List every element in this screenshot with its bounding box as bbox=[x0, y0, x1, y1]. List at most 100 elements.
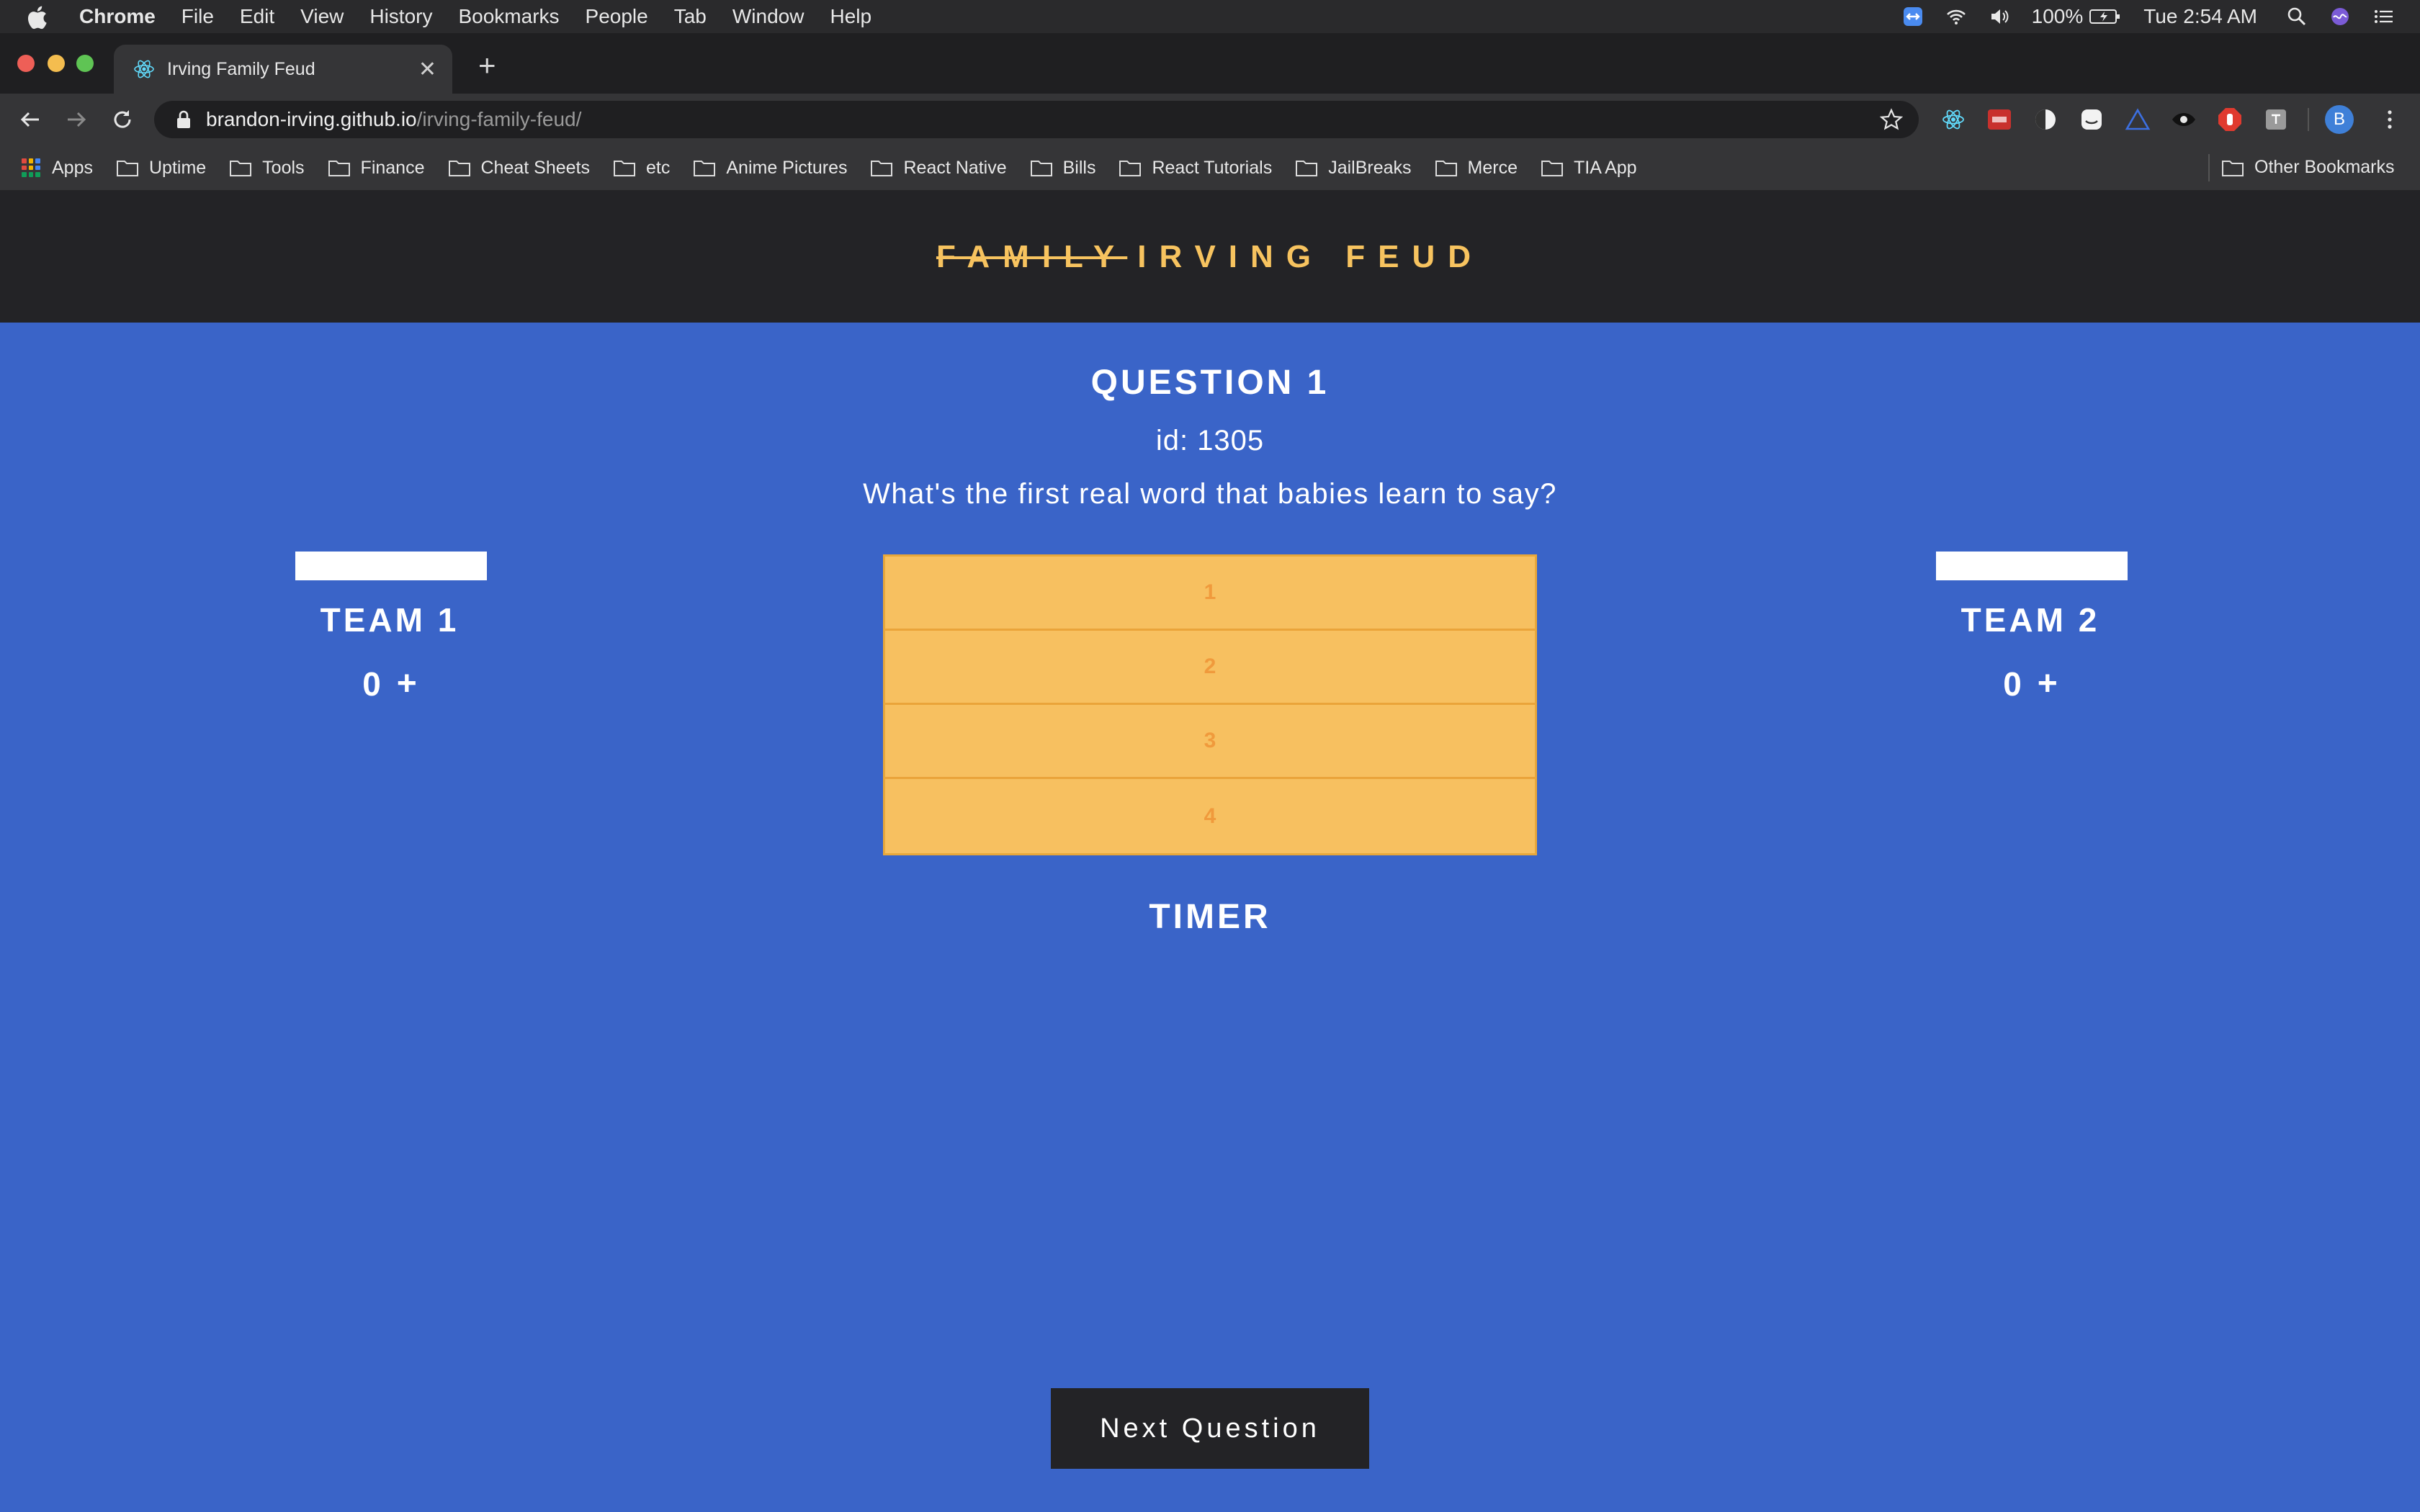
chrome-menu-icon[interactable] bbox=[2377, 107, 2403, 132]
menu-help[interactable]: Help bbox=[830, 5, 871, 28]
forward-arrow-icon[interactable] bbox=[63, 107, 89, 132]
bookmark-star-icon[interactable] bbox=[1880, 108, 1903, 131]
battery-percentage[interactable]: 100% bbox=[2032, 5, 2084, 28]
folder-icon bbox=[2222, 160, 2244, 176]
bookmark-folder-jailbreaks[interactable]: JailBreaks bbox=[1295, 157, 1412, 179]
bookmark-folder-tools[interactable]: Tools bbox=[229, 157, 305, 179]
cors-extension-icon[interactable] bbox=[1986, 107, 2012, 132]
tab-irving-family-feud[interactable]: Irving Family Feud ✕ bbox=[114, 45, 452, 94]
team-1-name: TEAM 1 bbox=[320, 601, 460, 639]
bookmark-folder-cheat-sheets[interactable]: Cheat Sheets bbox=[448, 157, 591, 179]
menu-window[interactable]: Window bbox=[732, 5, 805, 28]
folder-icon bbox=[614, 161, 635, 176]
folder-icon bbox=[871, 161, 893, 176]
team-1-panel: TEAM 1 0 + bbox=[295, 552, 487, 703]
bookmark-folder-other-bookmarks[interactable]: Other Bookmarks bbox=[2221, 157, 2395, 178]
menu-clock[interactable]: Tue 2:54 AM bbox=[2143, 5, 2257, 28]
close-tab-icon[interactable]: ✕ bbox=[418, 57, 436, 82]
bookmark-folder-react-native[interactable]: React Native bbox=[870, 158, 1007, 179]
answer-slot[interactable]: 3 bbox=[885, 705, 1535, 779]
dark-reader-extension-icon[interactable] bbox=[2033, 107, 2058, 132]
siri-icon[interactable] bbox=[2329, 6, 2351, 27]
bookmark-label: TIA App bbox=[1574, 157, 1637, 178]
toolbar-divider bbox=[2308, 108, 2309, 131]
menu-history[interactable]: History bbox=[369, 5, 432, 28]
volume-icon[interactable] bbox=[1989, 6, 2010, 27]
profile-avatar[interactable]: B bbox=[2325, 105, 2354, 134]
back-arrow-icon[interactable] bbox=[17, 107, 43, 132]
answer-slot[interactable]: 2 bbox=[885, 631, 1535, 705]
bookmark-apps[interactable]: Apps bbox=[0, 158, 93, 179]
question-heading: QUESTION 1 bbox=[1090, 364, 1330, 402]
bookmark-label: Tools bbox=[262, 157, 305, 178]
folder-icon bbox=[1435, 161, 1457, 176]
menu-chrome[interactable]: Chrome bbox=[79, 5, 156, 28]
answer-slot[interactable]: 4 bbox=[885, 779, 1535, 853]
menu-file[interactable]: File bbox=[182, 5, 214, 28]
next-question-button[interactable]: Next Question bbox=[1051, 1388, 1369, 1469]
menu-view[interactable]: View bbox=[300, 5, 344, 28]
bookmark-label: Cheat Sheets bbox=[480, 157, 591, 178]
notification-center-icon[interactable] bbox=[2372, 6, 2394, 27]
folder-icon bbox=[1119, 161, 1142, 176]
menu-bookmarks[interactable]: Bookmarks bbox=[458, 5, 559, 28]
teamviewer-icon[interactable] bbox=[1902, 6, 1924, 27]
bookmark-folder-react-tutorials[interactable]: React Tutorials bbox=[1119, 158, 1272, 179]
bookmark-folder-uptime[interactable]: Uptime bbox=[116, 158, 206, 179]
bookmark-folder-anime-pictures[interactable]: Anime Pictures bbox=[693, 158, 847, 179]
adblock-extension-icon[interactable] bbox=[2217, 107, 2243, 132]
team-2-add-point-button[interactable]: + bbox=[2038, 664, 2058, 703]
bookmark-label: Apps bbox=[52, 157, 93, 178]
bookmark-folder-finance[interactable]: Finance bbox=[328, 158, 425, 179]
folder-icon bbox=[328, 161, 350, 176]
app-menu: Chrome File Edit View History Bookmarks … bbox=[79, 5, 897, 28]
triangle-extension-icon[interactable] bbox=[2125, 107, 2151, 132]
folder-icon bbox=[1030, 161, 1052, 176]
menu-edit[interactable]: Edit bbox=[240, 5, 274, 28]
new-tab-button[interactable]: + bbox=[478, 50, 496, 81]
menu-people[interactable]: People bbox=[586, 5, 648, 28]
url-host: brandon-irving.github.io bbox=[206, 108, 417, 130]
menu-tab[interactable]: Tab bbox=[674, 5, 707, 28]
answer-board: 1 2 3 4 bbox=[883, 554, 1537, 855]
bookmark-folder-merce[interactable]: Merce bbox=[1435, 158, 1518, 179]
folder-icon bbox=[448, 161, 470, 176]
chat-extension-icon[interactable] bbox=[2079, 107, 2105, 132]
bookmark-label: etc bbox=[646, 157, 671, 178]
bookmark-label: React Tutorials bbox=[1152, 157, 1273, 178]
bookmark-folder-bills[interactable]: Bills bbox=[1030, 157, 1096, 179]
bookmark-label: Other Bookmarks bbox=[2254, 157, 2395, 177]
answer-slot[interactable]: 1 bbox=[885, 557, 1535, 631]
team-2-panel: TEAM 2 0 + bbox=[1936, 552, 2128, 703]
reload-icon[interactable] bbox=[109, 107, 135, 132]
folder-icon bbox=[116, 161, 138, 176]
bookmark-label: Uptime bbox=[148, 157, 207, 178]
close-window-button[interactable] bbox=[17, 55, 35, 72]
timer-label: TIMER bbox=[1149, 898, 1271, 936]
wifi-icon[interactable] bbox=[1945, 6, 1967, 27]
browser-toolbar: brandon-irving.github.io/irving-family-f… bbox=[0, 94, 2420, 145]
bookmark-label: JailBreaks bbox=[1328, 157, 1412, 178]
react-devtools-extension-icon[interactable] bbox=[1940, 107, 1966, 132]
apple-logo-icon[interactable] bbox=[26, 5, 48, 30]
minimize-window-button[interactable] bbox=[48, 55, 65, 72]
address-bar[interactable]: brandon-irving.github.io/irving-family-f… bbox=[154, 101, 1919, 138]
lock-icon[interactable] bbox=[176, 110, 192, 129]
battery-icon[interactable] bbox=[2089, 7, 2122, 26]
eye-extension-icon[interactable] bbox=[2171, 107, 2197, 132]
game-area: QUESTION 1 id: 1305 What's the first rea… bbox=[0, 323, 2420, 1512]
team-2-score: 0 bbox=[2003, 665, 2022, 703]
bookmark-label: Merce bbox=[1467, 157, 1518, 178]
spotlight-search-icon[interactable] bbox=[2286, 6, 2308, 27]
translate-extension-icon[interactable] bbox=[2263, 107, 2289, 132]
question-text: What's the first real word that babies l… bbox=[863, 478, 1557, 510]
team-1-name-input[interactable] bbox=[295, 552, 487, 580]
bookmark-folder-tia-app[interactable]: TIA App bbox=[1541, 158, 1637, 179]
team-1-score-row: 0 + bbox=[295, 664, 484, 703]
bookmark-folder-etc[interactable]: etc bbox=[613, 158, 670, 179]
team-1-add-point-button[interactable]: + bbox=[397, 664, 417, 703]
bookmark-label: Bills bbox=[1062, 157, 1096, 178]
team-1-score: 0 bbox=[362, 665, 381, 703]
zoom-window-button[interactable] bbox=[76, 55, 94, 72]
team-2-name-input[interactable] bbox=[1936, 552, 2128, 580]
